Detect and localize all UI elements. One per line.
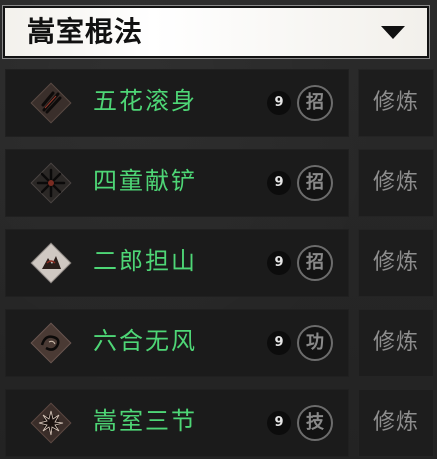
skill-level-badge: 9 [267,171,291,195]
cross-spades-icon [29,161,73,205]
skill-name: 四童献铲 [93,167,197,195]
skill-row: 六合无风 9 功 修炼 [3,309,434,377]
train-button[interactable]: 修炼 [358,149,434,217]
skill-type-badge: 招 [297,85,333,121]
skill-name: 二郎担山 [93,247,197,275]
swirl-dragon-icon [29,321,73,365]
skill-level-badge: 9 [267,91,291,115]
skill-row: 五花滚身 9 招 修炼 [3,69,434,137]
skill-name: 五花滚身 [93,87,197,115]
chevron-down-icon[interactable] [381,26,405,39]
skill-panel: 嵩室棍法 五花滚身 9 招 修炼 四童献铲 9 招 修炼 二郎担山 9 招 修炼… [0,0,437,459]
skill-row: 四童献铲 9 招 修炼 [3,149,434,217]
page-title: 嵩室棍法 [27,15,144,48]
mountain-bird-icon [29,241,73,285]
skill-type-badge: 技 [297,405,333,441]
skill-row: 嵩室三节 9 技 修炼 [3,389,434,457]
skill-category-dropdown[interactable]: 嵩室棍法 [2,5,430,59]
skill-type-badge: 招 [297,245,333,281]
skill-card[interactable]: 四童献铲 9 招 [5,149,349,217]
flower-burst-icon [29,401,73,445]
skill-type-badge: 招 [297,165,333,201]
skill-card[interactable]: 五花滚身 9 招 [5,69,349,137]
skill-type-badge: 功 [297,325,333,361]
skill-row: 二郎担山 9 招 修炼 [3,229,434,297]
train-button[interactable]: 修炼 [358,229,434,297]
train-button[interactable]: 修炼 [358,69,434,137]
skill-level-badge: 9 [267,411,291,435]
skill-level-badge: 9 [267,251,291,275]
skill-name: 六合无风 [93,327,197,355]
skill-level-badge: 9 [267,331,291,355]
skill-card[interactable]: 嵩室三节 9 技 [5,389,349,457]
whirl-slash-icon [29,81,73,125]
train-button[interactable]: 修炼 [358,389,434,457]
train-button[interactable]: 修炼 [358,309,434,377]
skill-name: 嵩室三节 [93,407,197,435]
skill-card[interactable]: 六合无风 9 功 [5,309,349,377]
skill-card[interactable]: 二郎担山 9 招 [5,229,349,297]
